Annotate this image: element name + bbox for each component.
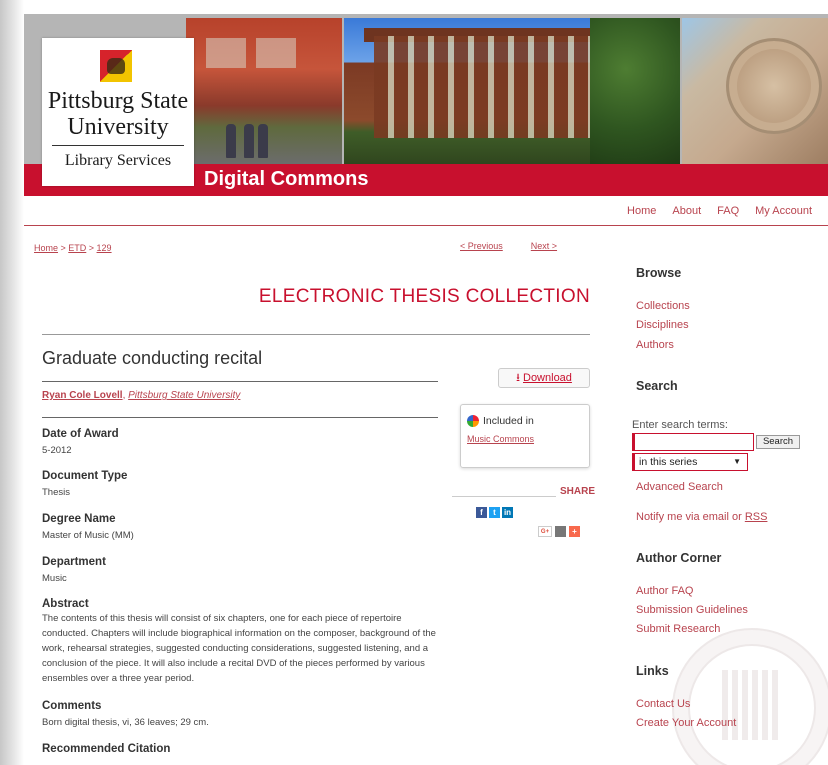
breadcrumb-current[interactable]: 129	[97, 243, 112, 253]
breadcrumb-etd[interactable]: ETD	[68, 243, 86, 253]
search-label: Enter search terms:	[632, 419, 728, 431]
logo-text-line2: University	[67, 114, 169, 140]
field-value: Thesis	[42, 487, 70, 498]
author-line[interactable]: Ryan Cole Lovell, Pittsburg State Univer…	[42, 390, 240, 401]
next-link[interactable]: Next >	[531, 241, 557, 251]
divider	[42, 334, 590, 335]
dropdown-arrow-icon: ▼	[733, 457, 741, 466]
breadcrumb-home[interactable]: Home	[34, 243, 58, 253]
download-button[interactable]: ⭳ Download	[498, 368, 590, 388]
logo-divider	[52, 145, 184, 146]
item-pager: < Previous Next >	[460, 241, 557, 251]
previous-link[interactable]: < Previous	[460, 241, 503, 251]
browse-collections-link[interactable]: Collections	[636, 300, 690, 312]
nav-home-link[interactable]: Home	[627, 205, 656, 217]
university-seal-image	[726, 38, 822, 134]
contact-us-link[interactable]: Contact Us	[636, 698, 690, 710]
browse-authors-link[interactable]: Authors	[636, 339, 674, 351]
nav-faq-link[interactable]: FAQ	[717, 205, 739, 217]
field-recommended-citation: Recommended Citation	[42, 743, 170, 758]
download-icon: ⭳	[516, 372, 520, 384]
included-in-box: Included in Music Commons	[460, 404, 590, 468]
included-in-label: Included in	[483, 415, 534, 427]
nav-about-link[interactable]: About	[672, 205, 701, 217]
next-link-label[interactable]: Next >	[531, 241, 557, 251]
university-logo[interactable]: Pittsburg State University Library Servi…	[42, 38, 194, 186]
field-comments: Comments Born digital thesis, vi, 36 lea…	[42, 700, 209, 730]
gorilla-mascot-icon	[100, 50, 132, 82]
page: Pittsburg State University Library Servi…	[24, 14, 828, 765]
top-navigation: Home About FAQ My Account	[24, 196, 828, 226]
field-label: Degree Name	[42, 513, 116, 525]
notify-email-link[interactable]: Notify me via email or	[636, 511, 745, 523]
download-label: Download	[523, 372, 572, 384]
addthis-icon[interactable]: +	[569, 526, 580, 537]
search-scope-select[interactable]: in this series ▼	[632, 453, 748, 471]
breadcrumb: Home > ETD > 129	[34, 243, 112, 253]
campus-photo-walkway	[186, 18, 342, 164]
breadcrumb-separator: >	[86, 243, 97, 253]
search-heading: Search	[636, 379, 678, 393]
logo-text-line1: Pittsburg State	[47, 88, 189, 114]
campus-photo-seal-wall	[682, 18, 828, 164]
divider	[42, 417, 438, 418]
field-label: Date of Award	[42, 428, 119, 440]
bepress-logo-icon	[467, 415, 479, 427]
field-value: Born digital thesis, vi, 36 leaves; 29 c…	[42, 717, 209, 728]
advanced-search-link[interactable]: Advanced Search	[636, 481, 723, 493]
submission-guidelines-link[interactable]: Submission Guidelines	[636, 604, 748, 616]
facebook-icon[interactable]: f	[476, 507, 487, 518]
notify-line: Notify me via email or RSS	[636, 511, 767, 523]
university-seal-watermark	[672, 628, 828, 765]
search-input[interactable]	[632, 433, 754, 451]
browse-disciplines-link[interactable]: Disciplines	[636, 319, 689, 331]
discipline-link[interactable]: Music Commons	[467, 434, 534, 444]
field-label: Recommended Citation	[42, 743, 171, 755]
field-value: Master of Music (MM)	[42, 530, 134, 541]
author-name[interactable]: Ryan Cole Lovell	[42, 390, 123, 401]
search-button[interactable]: Search	[756, 435, 800, 449]
field-label: Department	[42, 556, 106, 568]
campus-photo-building	[344, 18, 680, 164]
rss-link[interactable]: RSS	[745, 511, 768, 523]
field-label: Abstract	[42, 598, 89, 610]
field-department: Department Music	[42, 556, 106, 586]
field-label: Comments	[42, 700, 102, 712]
site-title[interactable]: Digital Commons	[204, 168, 368, 191]
breadcrumb-separator: >	[58, 243, 69, 253]
create-account-link[interactable]: Create Your Account	[636, 717, 736, 729]
share-label: SHARE	[556, 486, 596, 497]
field-label: Document Type	[42, 470, 128, 482]
field-abstract: Abstract The contents of this thesis wil…	[42, 598, 438, 686]
submit-research-link[interactable]: Submit Research	[636, 623, 720, 635]
field-document-type: Document Type Thesis	[42, 470, 127, 500]
author-affiliation[interactable]: Pittsburg State University	[128, 390, 240, 401]
previous-link-label[interactable]: < Previous	[460, 241, 503, 251]
field-value: Music	[42, 573, 67, 584]
field-degree-name: Degree Name Master of Music (MM)	[42, 513, 134, 543]
document-title: Graduate conducting recital	[42, 348, 263, 368]
email-icon[interactable]	[555, 526, 566, 537]
search-scope-value: in this series	[639, 456, 698, 468]
logo-text-line3: Library Services	[64, 152, 172, 169]
nav-my-account-link[interactable]: My Account	[755, 205, 812, 217]
author-faq-link[interactable]: Author FAQ	[636, 585, 693, 597]
twitter-icon[interactable]: t	[489, 507, 500, 518]
field-value: 5-2012	[42, 445, 72, 456]
google-plus-icon[interactable]: G+	[538, 526, 552, 537]
divider	[42, 381, 438, 382]
field-date-of-award: Date of Award 5-2012	[42, 428, 119, 458]
collection-title[interactable]: ELECTRONIC THESIS COLLECTION	[24, 286, 590, 308]
abstract-text: The contents of this thesis will consist…	[42, 613, 436, 684]
links-heading: Links	[636, 664, 669, 678]
linkedin-icon[interactable]: in	[502, 507, 513, 518]
browse-heading: Browse	[636, 266, 682, 280]
author-corner-heading: Author Corner	[636, 551, 722, 565]
